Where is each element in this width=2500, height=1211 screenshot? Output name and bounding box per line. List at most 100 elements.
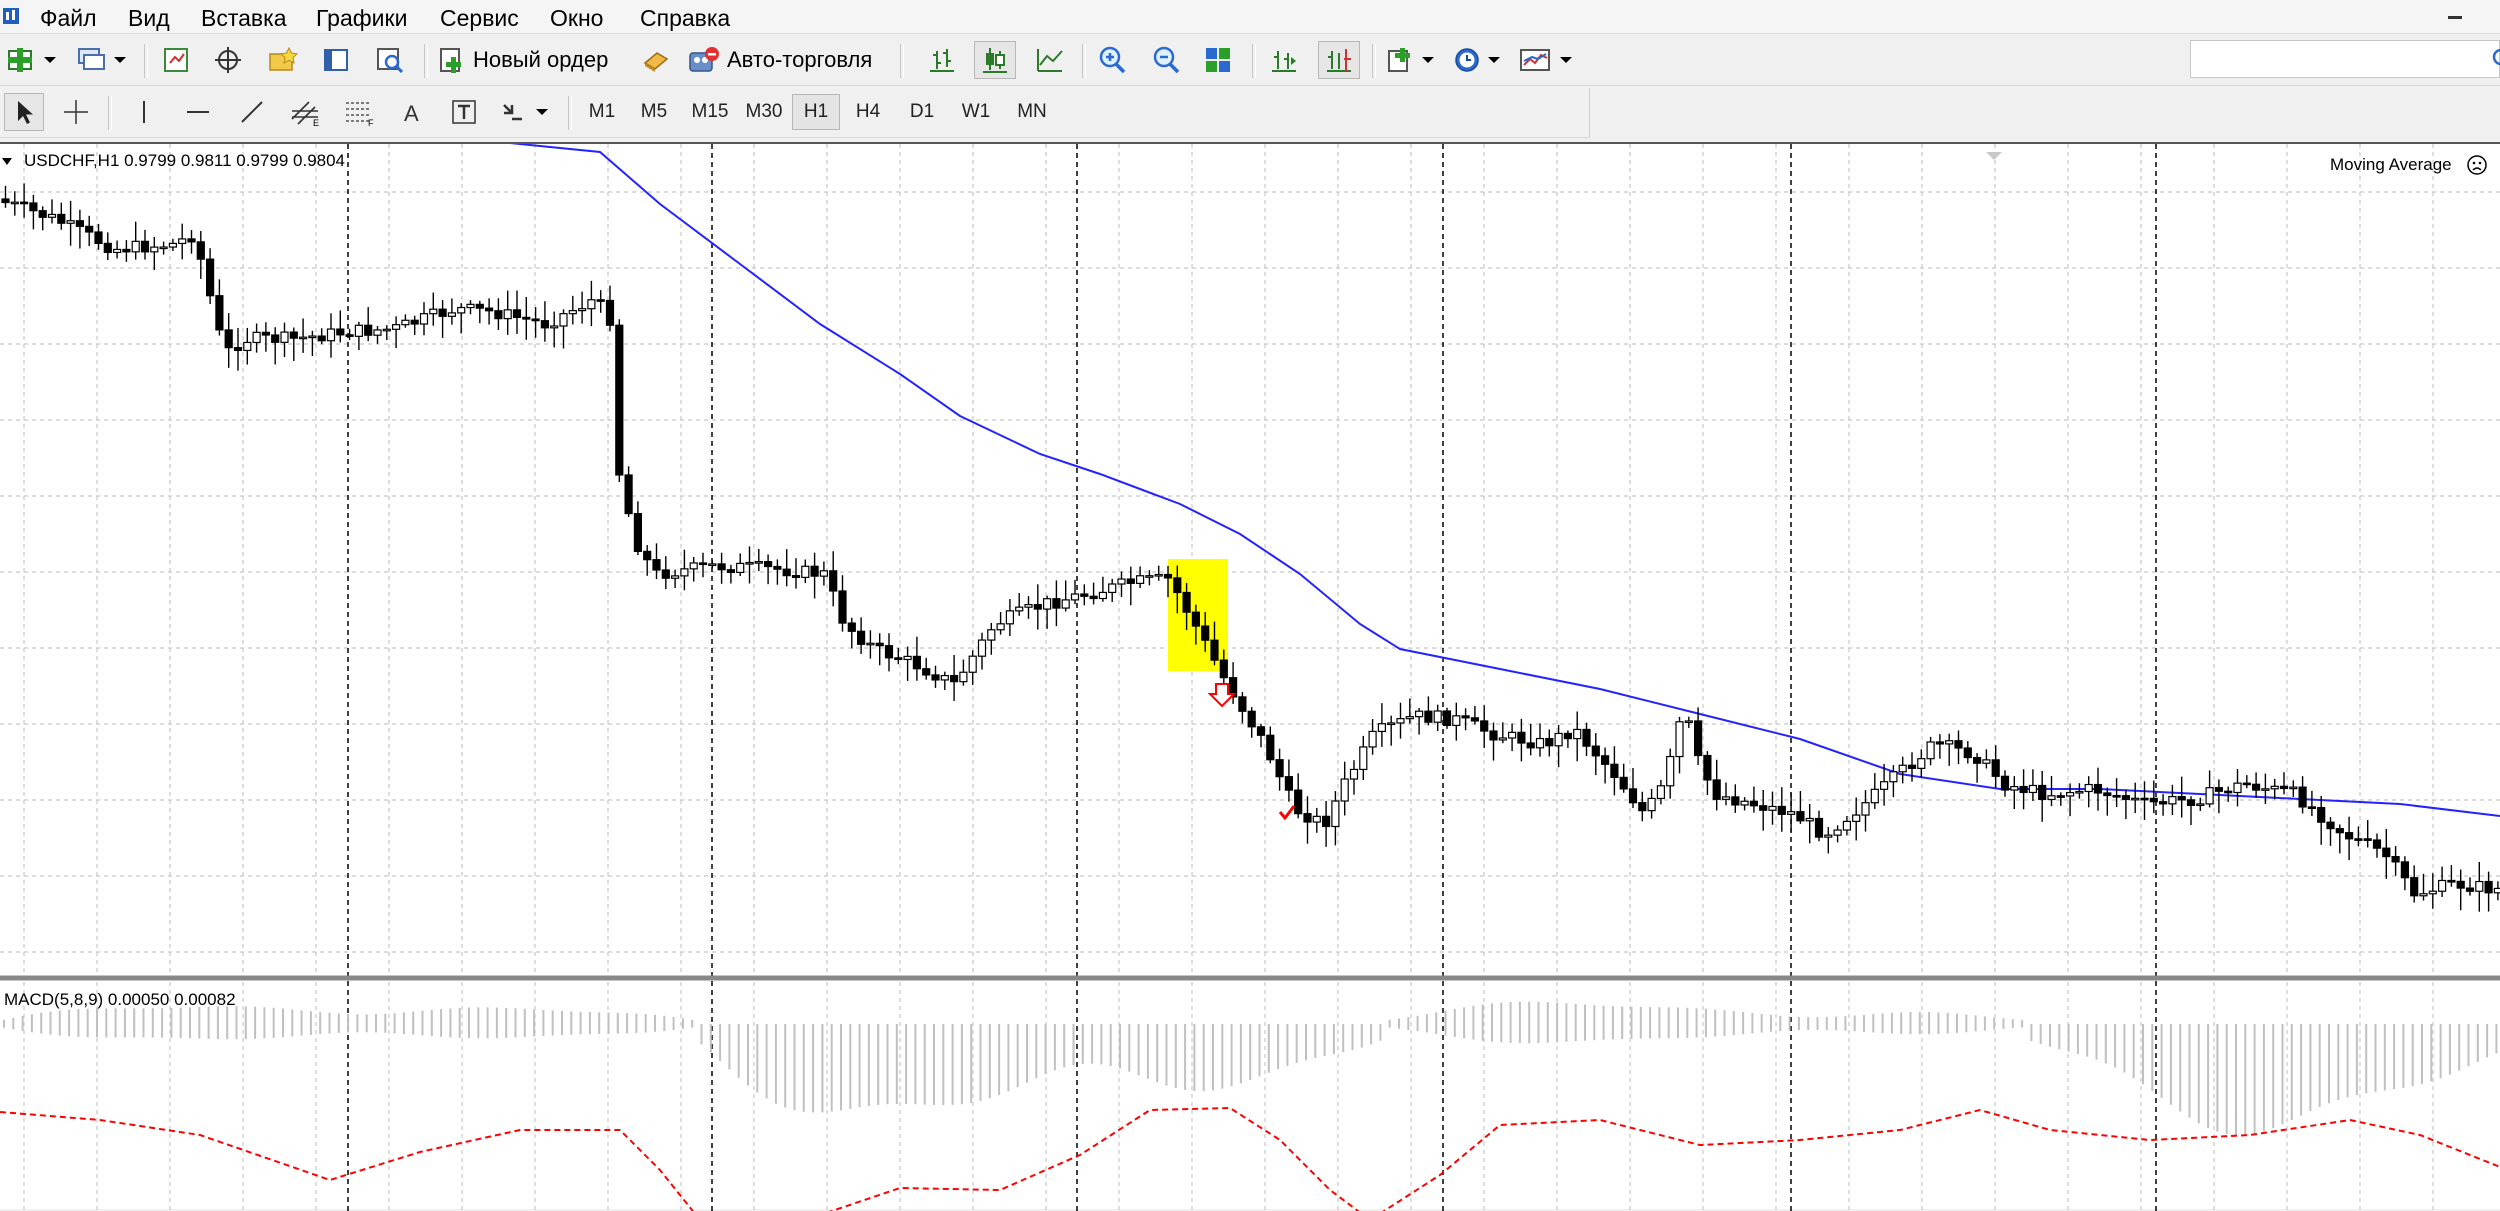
timeframe-h1[interactable]: H1 <box>792 94 840 130</box>
candle-body <box>2279 785 2289 790</box>
navigator-button[interactable] <box>208 41 248 79</box>
templates-button[interactable] <box>1516 41 1578 79</box>
candle-body <box>1907 764 1917 769</box>
candle-body <box>243 341 252 352</box>
autotrading-button[interactable]: Авто-торговля <box>686 41 890 79</box>
menu-charts[interactable]: Графики <box>312 4 411 32</box>
menu-help[interactable]: Справка <box>636 4 734 32</box>
timeframe-h4[interactable]: H4 <box>844 94 892 130</box>
candle-body <box>1321 815 1331 828</box>
menu-file[interactable]: Файл <box>36 4 101 32</box>
line-chart-button[interactable] <box>1030 41 1070 79</box>
profiles-button[interactable] <box>74 41 132 79</box>
auto-scroll-icon <box>1272 51 1296 72</box>
terminal-button[interactable] <box>316 41 356 79</box>
candle-body <box>1303 813 1312 823</box>
fibonacci-button[interactable]: F <box>338 93 380 131</box>
chart-shift-button[interactable] <box>1318 41 1360 79</box>
candle-body <box>85 225 94 233</box>
cursor-button[interactable] <box>4 93 44 131</box>
horizontal-line-icon <box>187 111 209 113</box>
timeframe-m5[interactable]: M5 <box>630 94 678 130</box>
candle-body <box>1294 789 1303 815</box>
search-input[interactable] <box>2190 40 2500 78</box>
auto-scroll-button[interactable] <box>1264 41 1304 79</box>
candle-body <box>2075 790 2084 794</box>
candle-body <box>708 563 717 567</box>
market-watch-button[interactable] <box>156 41 196 79</box>
favorites-button[interactable] <box>262 41 304 79</box>
candle-body <box>2140 797 2149 801</box>
tile-windows-button[interactable] <box>1198 41 1238 79</box>
app-icon[interactable] <box>2 6 20 26</box>
autotrading-icon <box>689 47 719 72</box>
candle-body <box>1424 710 1433 723</box>
price-chart[interactable] <box>0 144 2500 1211</box>
zoom-out-button[interactable] <box>1146 41 1186 79</box>
new-chart-button[interactable] <box>4 41 62 79</box>
collapse-triangle-icon[interactable] <box>2 158 12 165</box>
candle-body <box>726 569 736 574</box>
equidistant-channel-button[interactable]: E <box>284 93 326 131</box>
candle-body <box>94 231 103 245</box>
indicator-face-icon[interactable] <box>2466 154 2488 176</box>
timeframe-m15[interactable]: M15 <box>684 94 736 130</box>
candle-body <box>1284 776 1294 791</box>
candle-body <box>689 562 698 570</box>
candle-body <box>540 320 550 329</box>
strategy-tester-button[interactable] <box>370 41 410 79</box>
candle-body <box>2438 879 2447 892</box>
metaeditor-button[interactable] <box>636 41 676 79</box>
timeframe-w1[interactable]: W1 <box>952 94 1000 130</box>
arrows-button[interactable] <box>496 93 554 131</box>
zoom-in-button[interactable] <box>1092 41 1132 79</box>
candle-body <box>2326 821 2335 830</box>
candle-body <box>20 201 29 205</box>
chart-window[interactable]: USDCHF,H1 0.9799 0.9811 0.9799 0.9804 Mo… <box>0 142 2500 1211</box>
candle-body <box>373 329 382 336</box>
market-watch-icon <box>164 48 188 72</box>
menu-view[interactable]: Вид <box>124 4 174 32</box>
menu-tools[interactable]: Сервис <box>436 4 523 32</box>
candle-body <box>1442 710 1452 727</box>
candle-body <box>66 220 75 224</box>
candle-body <box>2205 787 2214 805</box>
candle-body <box>522 316 531 320</box>
horizontal-line-button[interactable] <box>178 93 218 131</box>
text-button[interactable]: A <box>392 93 432 131</box>
timeframe-m1[interactable]: M1 <box>578 94 626 130</box>
candle-body <box>2382 847 2391 858</box>
candle-body <box>1833 829 1842 836</box>
candle-body <box>2159 801 2168 805</box>
price-scale-marker-icon <box>1986 152 2002 160</box>
candle-body <box>1712 779 1721 800</box>
candle-body <box>429 308 438 315</box>
text-label-button[interactable] <box>444 93 484 131</box>
candle-body <box>2447 879 2456 883</box>
new-order-button[interactable]: Новый ордер <box>436 41 626 79</box>
candle-body <box>1963 747 1972 759</box>
candlestick-chart-button[interactable] <box>974 41 1016 79</box>
indicators-button[interactable] <box>1384 41 1440 79</box>
candle-body <box>447 312 456 317</box>
trendline-button[interactable] <box>232 93 272 131</box>
candle-body <box>1117 578 1126 585</box>
new-order-icon <box>440 48 461 73</box>
timeframe-m30[interactable]: M30 <box>738 94 790 130</box>
menu-window[interactable]: Окно <box>546 4 607 32</box>
candle-body <box>392 324 401 330</box>
periods-button[interactable] <box>1450 41 1506 79</box>
candle-body <box>754 561 763 564</box>
menu-insert[interactable]: Вставка <box>197 4 291 32</box>
vertical-line-button[interactable] <box>124 93 164 131</box>
candle-body <box>401 319 410 326</box>
candle-body <box>1852 814 1861 822</box>
timeframe-mn[interactable]: MN <box>1006 94 1058 130</box>
minimize-icon[interactable] <box>2440 0 2500 34</box>
crosshair-button[interactable] <box>56 93 96 131</box>
candle-body <box>2038 784 2047 801</box>
candle-body <box>112 248 122 254</box>
candle-body <box>801 565 810 578</box>
bar-chart-button[interactable] <box>922 41 962 79</box>
timeframe-d1[interactable]: D1 <box>898 94 946 130</box>
